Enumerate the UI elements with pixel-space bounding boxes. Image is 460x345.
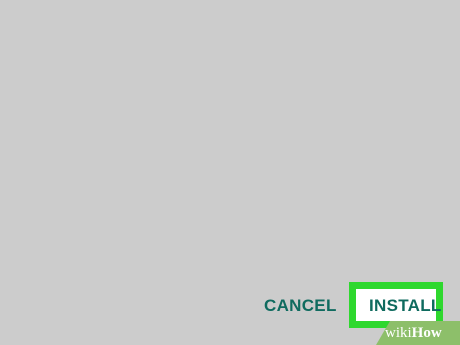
watermark-how: How bbox=[411, 325, 442, 341]
watermark-logo-text: wikiHow bbox=[385, 323, 442, 343]
cancel-button[interactable]: CANCEL bbox=[264, 294, 337, 318]
watermark-wiki: wiki bbox=[385, 325, 412, 341]
wikihow-watermark: wikiHow bbox=[376, 321, 460, 345]
dialog-surface: CANCEL INSTALL bbox=[0, 0, 460, 345]
install-button[interactable]: INSTALL bbox=[369, 294, 442, 318]
